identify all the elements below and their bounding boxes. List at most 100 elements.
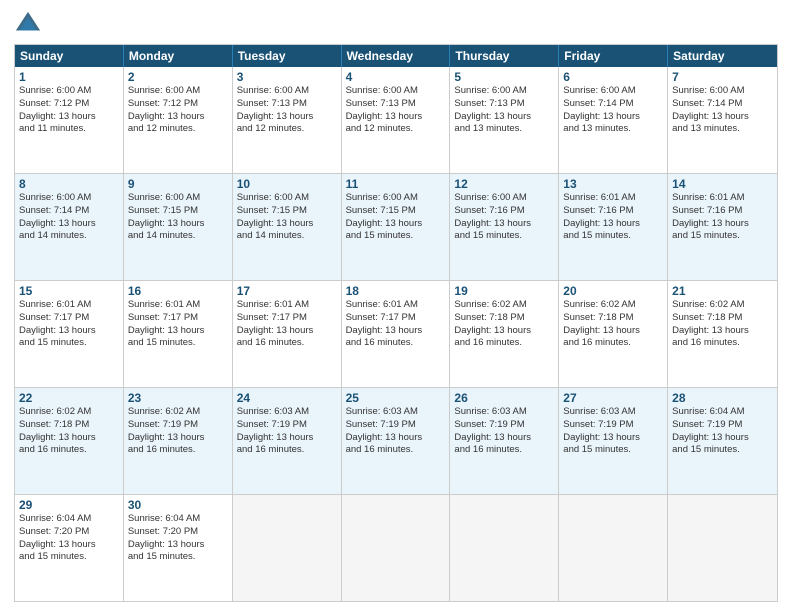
calendar-week-1: 1Sunrise: 6:00 AM Sunset: 7:12 PM Daylig… [15,67,777,174]
calendar-cell: 13Sunrise: 6:01 AM Sunset: 7:16 PM Dayli… [559,174,668,280]
day-number: 20 [563,284,663,298]
header-day-monday: Monday [124,45,233,67]
calendar-cell: 5Sunrise: 6:00 AM Sunset: 7:13 PM Daylig… [450,67,559,173]
calendar-cell: 18Sunrise: 6:01 AM Sunset: 7:17 PM Dayli… [342,281,451,387]
calendar-cell: 11Sunrise: 6:00 AM Sunset: 7:15 PM Dayli… [342,174,451,280]
calendar-cell: 6Sunrise: 6:00 AM Sunset: 7:14 PM Daylig… [559,67,668,173]
day-info: Sunrise: 6:03 AM Sunset: 7:19 PM Dayligh… [237,406,337,457]
day-info: Sunrise: 6:00 AM Sunset: 7:16 PM Dayligh… [454,192,554,243]
day-info: Sunrise: 6:00 AM Sunset: 7:13 PM Dayligh… [237,85,337,136]
day-info: Sunrise: 6:02 AM Sunset: 7:19 PM Dayligh… [128,406,228,457]
day-number: 9 [128,177,228,191]
day-number: 24 [237,391,337,405]
header-day-sunday: Sunday [15,45,124,67]
day-number: 7 [672,70,773,84]
logo [14,10,46,38]
calendar-header-row: SundayMondayTuesdayWednesdayThursdayFrid… [15,45,777,67]
page: SundayMondayTuesdayWednesdayThursdayFrid… [0,0,792,612]
day-info: Sunrise: 6:00 AM Sunset: 7:14 PM Dayligh… [19,192,119,243]
day-number: 30 [128,498,228,512]
calendar-cell [233,495,342,601]
day-info: Sunrise: 6:02 AM Sunset: 7:18 PM Dayligh… [563,299,663,350]
day-info: Sunrise: 6:01 AM Sunset: 7:16 PM Dayligh… [672,192,773,243]
calendar-cell: 30Sunrise: 6:04 AM Sunset: 7:20 PM Dayli… [124,495,233,601]
calendar-week-2: 8Sunrise: 6:00 AM Sunset: 7:14 PM Daylig… [15,174,777,281]
calendar-cell: 20Sunrise: 6:02 AM Sunset: 7:18 PM Dayli… [559,281,668,387]
calendar-week-5: 29Sunrise: 6:04 AM Sunset: 7:20 PM Dayli… [15,495,777,601]
day-number: 3 [237,70,337,84]
day-info: Sunrise: 6:01 AM Sunset: 7:17 PM Dayligh… [19,299,119,350]
header-day-friday: Friday [559,45,668,67]
day-number: 19 [454,284,554,298]
header-day-thursday: Thursday [450,45,559,67]
calendar-cell: 16Sunrise: 6:01 AM Sunset: 7:17 PM Dayli… [124,281,233,387]
day-number: 12 [454,177,554,191]
calendar-cell: 17Sunrise: 6:01 AM Sunset: 7:17 PM Dayli… [233,281,342,387]
calendar-cell: 8Sunrise: 6:00 AM Sunset: 7:14 PM Daylig… [15,174,124,280]
header-day-tuesday: Tuesday [233,45,342,67]
day-info: Sunrise: 6:01 AM Sunset: 7:17 PM Dayligh… [346,299,446,350]
calendar-cell [559,495,668,601]
calendar-cell: 28Sunrise: 6:04 AM Sunset: 7:19 PM Dayli… [668,388,777,494]
day-number: 13 [563,177,663,191]
day-number: 16 [128,284,228,298]
day-info: Sunrise: 6:00 AM Sunset: 7:13 PM Dayligh… [346,85,446,136]
day-number: 2 [128,70,228,84]
calendar-cell [668,495,777,601]
day-info: Sunrise: 6:00 AM Sunset: 7:12 PM Dayligh… [19,85,119,136]
header-day-saturday: Saturday [668,45,777,67]
day-number: 10 [237,177,337,191]
day-info: Sunrise: 6:03 AM Sunset: 7:19 PM Dayligh… [563,406,663,457]
calendar-cell: 26Sunrise: 6:03 AM Sunset: 7:19 PM Dayli… [450,388,559,494]
logo-icon [14,10,42,38]
calendar-cell: 10Sunrise: 6:00 AM Sunset: 7:15 PM Dayli… [233,174,342,280]
calendar-cell: 29Sunrise: 6:04 AM Sunset: 7:20 PM Dayli… [15,495,124,601]
day-number: 1 [19,70,119,84]
calendar-cell: 27Sunrise: 6:03 AM Sunset: 7:19 PM Dayli… [559,388,668,494]
header-day-wednesday: Wednesday [342,45,451,67]
day-info: Sunrise: 6:04 AM Sunset: 7:19 PM Dayligh… [672,406,773,457]
day-number: 8 [19,177,119,191]
day-info: Sunrise: 6:02 AM Sunset: 7:18 PM Dayligh… [19,406,119,457]
calendar-cell: 23Sunrise: 6:02 AM Sunset: 7:19 PM Dayli… [124,388,233,494]
calendar-cell: 1Sunrise: 6:00 AM Sunset: 7:12 PM Daylig… [15,67,124,173]
calendar-cell: 19Sunrise: 6:02 AM Sunset: 7:18 PM Dayli… [450,281,559,387]
day-number: 15 [19,284,119,298]
day-number: 27 [563,391,663,405]
day-info: Sunrise: 6:02 AM Sunset: 7:18 PM Dayligh… [454,299,554,350]
day-info: Sunrise: 6:00 AM Sunset: 7:14 PM Dayligh… [672,85,773,136]
day-info: Sunrise: 6:01 AM Sunset: 7:16 PM Dayligh… [563,192,663,243]
day-info: Sunrise: 6:01 AM Sunset: 7:17 PM Dayligh… [237,299,337,350]
day-info: Sunrise: 6:04 AM Sunset: 7:20 PM Dayligh… [19,513,119,564]
day-number: 11 [346,177,446,191]
day-info: Sunrise: 6:00 AM Sunset: 7:14 PM Dayligh… [563,85,663,136]
day-number: 22 [19,391,119,405]
day-info: Sunrise: 6:00 AM Sunset: 7:13 PM Dayligh… [454,85,554,136]
day-number: 18 [346,284,446,298]
calendar-body: 1Sunrise: 6:00 AM Sunset: 7:12 PM Daylig… [15,67,777,601]
calendar-cell: 24Sunrise: 6:03 AM Sunset: 7:19 PM Dayli… [233,388,342,494]
day-info: Sunrise: 6:01 AM Sunset: 7:17 PM Dayligh… [128,299,228,350]
calendar-cell: 15Sunrise: 6:01 AM Sunset: 7:17 PM Dayli… [15,281,124,387]
day-info: Sunrise: 6:04 AM Sunset: 7:20 PM Dayligh… [128,513,228,564]
day-number: 28 [672,391,773,405]
calendar-cell: 9Sunrise: 6:00 AM Sunset: 7:15 PM Daylig… [124,174,233,280]
day-info: Sunrise: 6:00 AM Sunset: 7:15 PM Dayligh… [237,192,337,243]
day-info: Sunrise: 6:02 AM Sunset: 7:18 PM Dayligh… [672,299,773,350]
day-number: 25 [346,391,446,405]
calendar-cell: 25Sunrise: 6:03 AM Sunset: 7:19 PM Dayli… [342,388,451,494]
day-number: 17 [237,284,337,298]
header [14,10,778,38]
day-info: Sunrise: 6:00 AM Sunset: 7:15 PM Dayligh… [346,192,446,243]
calendar-cell: 3Sunrise: 6:00 AM Sunset: 7:13 PM Daylig… [233,67,342,173]
calendar-cell: 22Sunrise: 6:02 AM Sunset: 7:18 PM Dayli… [15,388,124,494]
day-info: Sunrise: 6:03 AM Sunset: 7:19 PM Dayligh… [454,406,554,457]
day-number: 14 [672,177,773,191]
day-number: 6 [563,70,663,84]
day-number: 4 [346,70,446,84]
calendar-cell [450,495,559,601]
calendar-cell: 7Sunrise: 6:00 AM Sunset: 7:14 PM Daylig… [668,67,777,173]
day-number: 21 [672,284,773,298]
day-info: Sunrise: 6:00 AM Sunset: 7:15 PM Dayligh… [128,192,228,243]
calendar: SundayMondayTuesdayWednesdayThursdayFrid… [14,44,778,602]
